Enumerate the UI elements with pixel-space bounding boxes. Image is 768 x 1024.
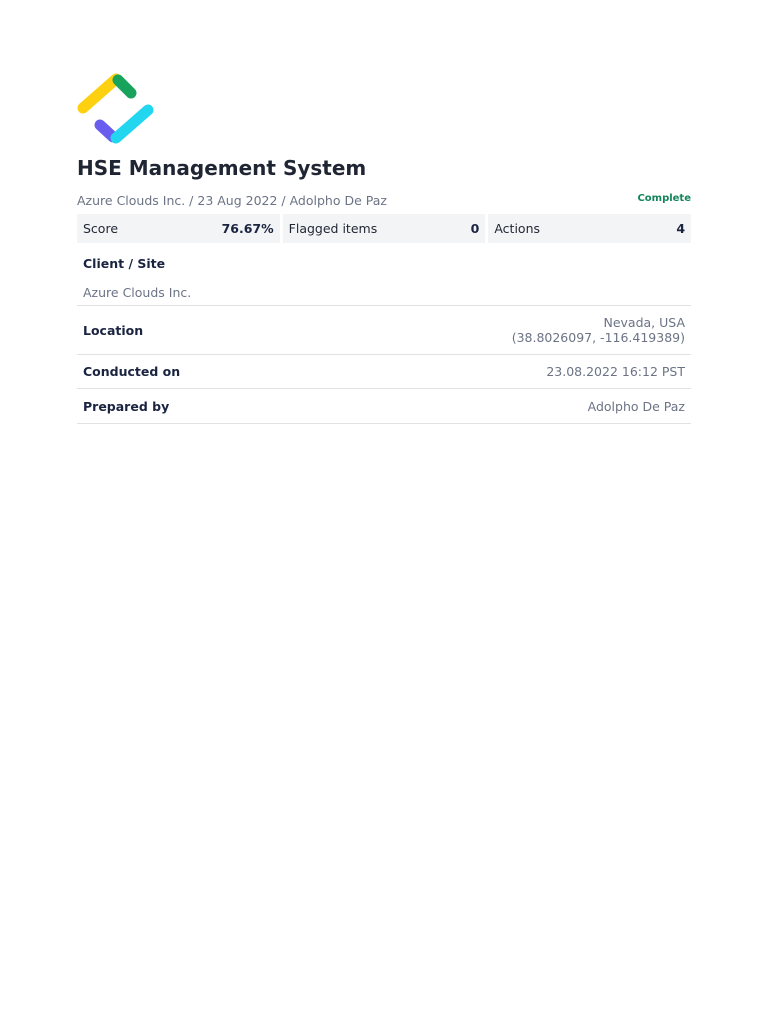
- row-client-site: Client / Site Azure Clouds Inc.: [77, 246, 691, 306]
- stat-value: 4: [676, 221, 686, 236]
- row-conducted-on: Conducted on 23.08.2022 16:12 PST: [77, 355, 691, 389]
- stat-score: Score 76.67%: [77, 214, 280, 243]
- details-table: Client / Site Azure Clouds Inc. Location…: [77, 246, 691, 424]
- stat-value: 0: [470, 221, 480, 236]
- status-badge: Complete: [637, 193, 691, 204]
- logo-icon: [77, 73, 154, 144]
- report-subtitle: Azure Clouds Inc. / 23 Aug 2022 / Adolph…: [77, 193, 387, 208]
- row-prepared-by: Prepared by Adolpho De Paz: [77, 389, 691, 424]
- stat-flagged: Flagged items 0: [282, 214, 486, 243]
- field-value: 23.08.2022 16:12 PST: [546, 364, 685, 379]
- field-label: Location: [83, 322, 144, 338]
- field-value: Adolpho De Paz: [587, 398, 685, 414]
- location-name: Nevada, USA: [603, 315, 685, 330]
- field-label: Client / Site: [83, 256, 166, 271]
- stat-value: 76.67%: [221, 221, 274, 236]
- field-value: Azure Clouds Inc.: [83, 285, 192, 300]
- row-location: Location Nevada, USA (38.8026097, -116.41…: [77, 306, 691, 355]
- stat-label: Actions: [494, 221, 541, 236]
- location-coords: (38.8026097, -116.419389): [511, 330, 685, 345]
- summary-stats: Score 76.67% Flagged items 0 Actions 4: [77, 214, 692, 243]
- page-title: HSE Management System: [77, 156, 367, 180]
- field-label: Prepared by: [83, 398, 170, 414]
- stat-actions: Actions 4: [488, 214, 692, 243]
- field-label: Conducted on: [83, 364, 181, 379]
- field-value: Nevada, USA (38.8026097, -116.419389): [512, 315, 685, 345]
- stat-label: Flagged items: [288, 221, 378, 236]
- stat-label: Score: [83, 221, 119, 236]
